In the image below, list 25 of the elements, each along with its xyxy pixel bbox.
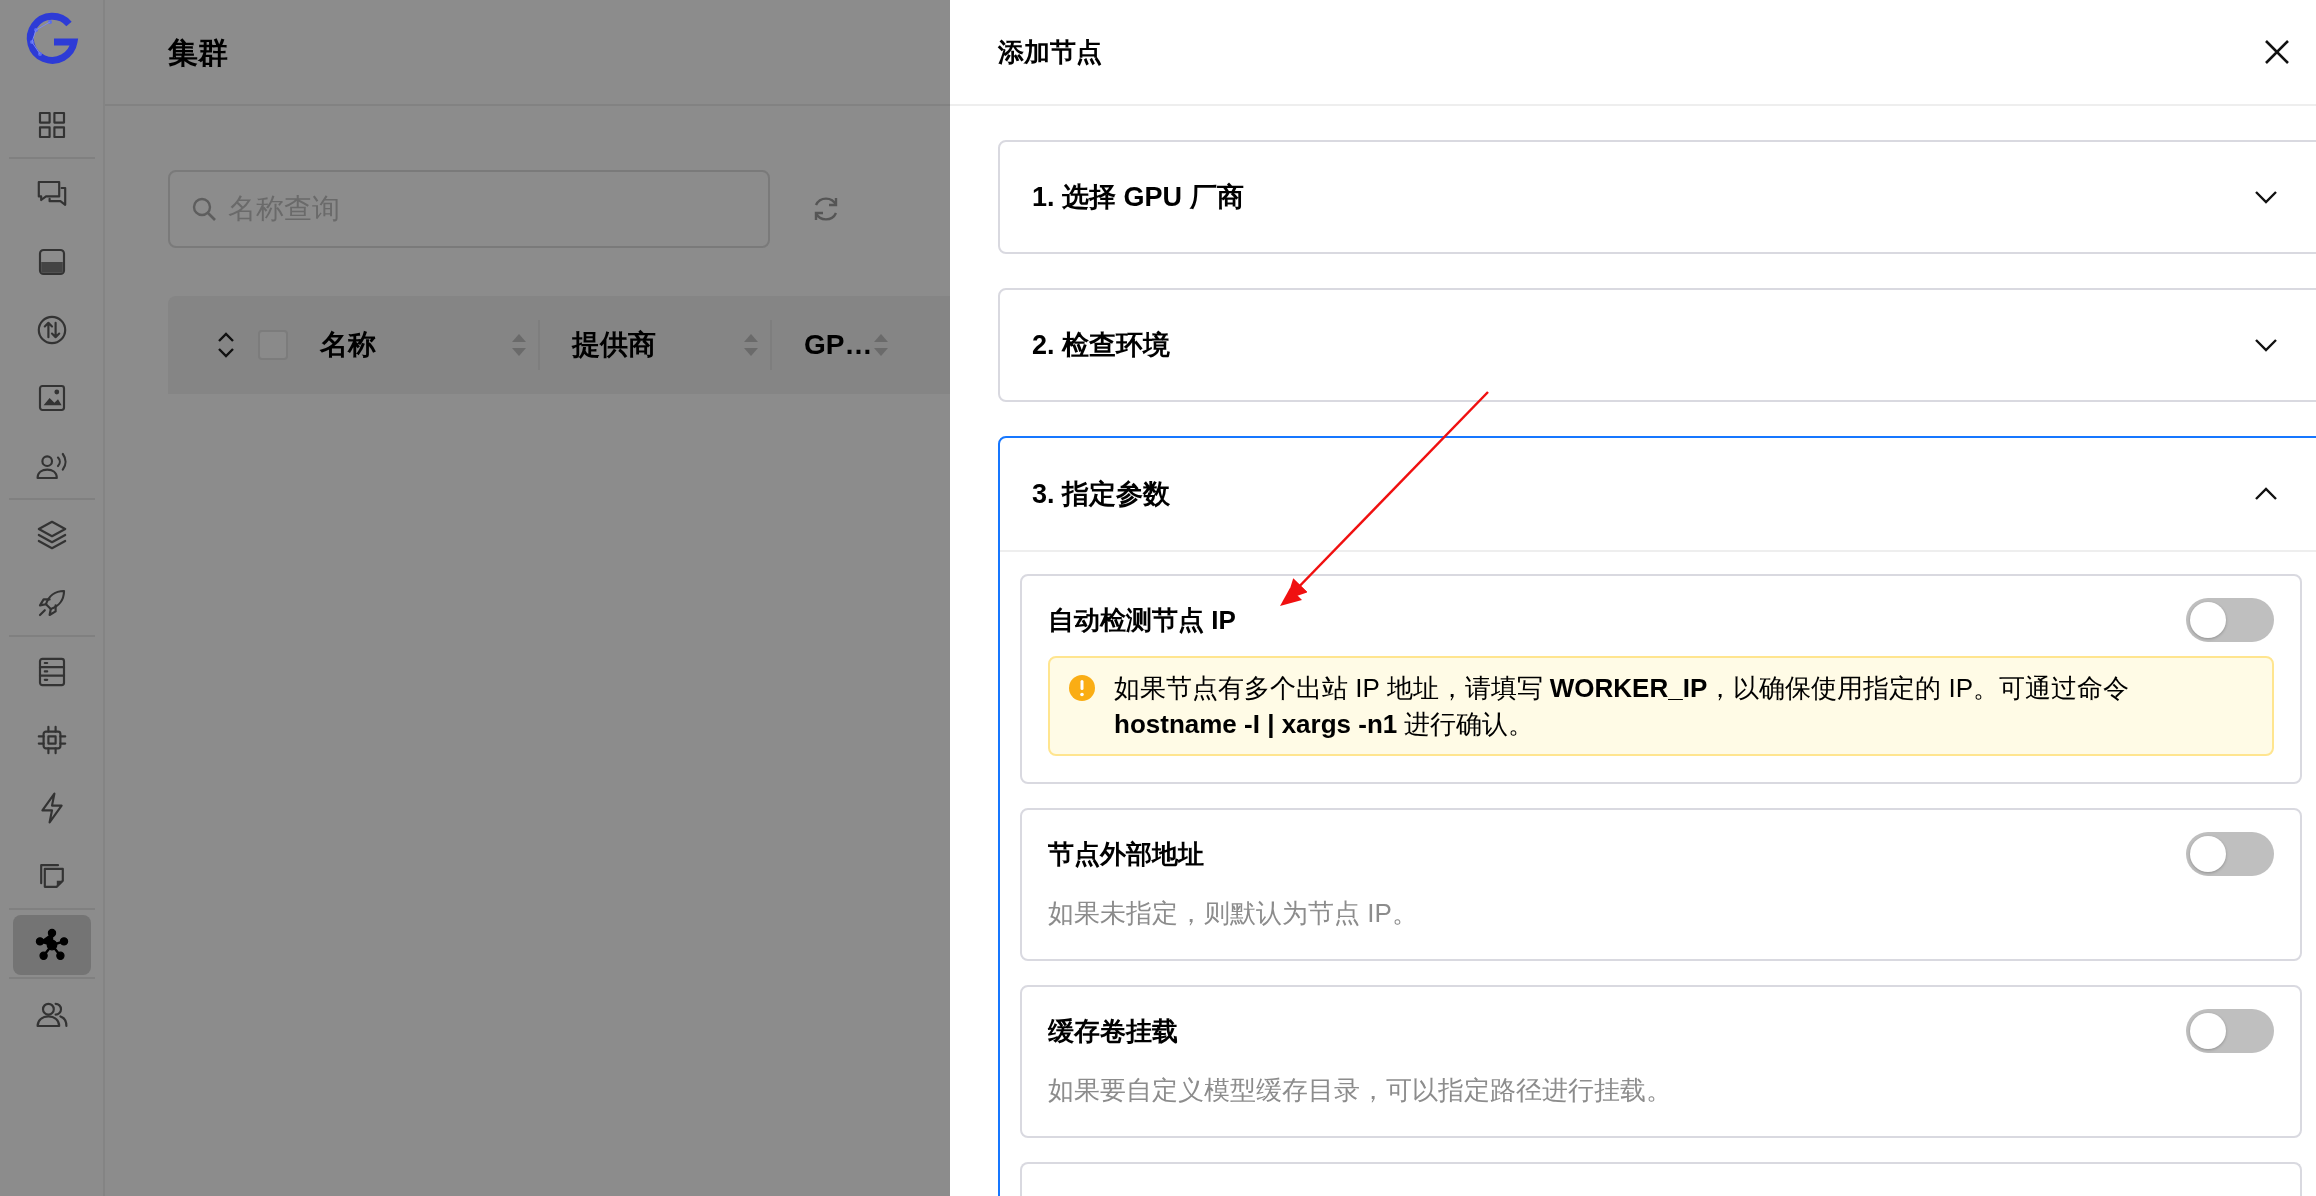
section-title[interactable]: 1. 选择 GPU 厂商: [1032, 176, 1244, 218]
setting-hint: 如果未指定，则默认为节点 IP。: [1048, 897, 1419, 930]
setting-title: 缓存卷挂载: [1048, 1014, 1178, 1048]
chevron-icon[interactable]: [2254, 338, 2278, 352]
search-icon: [190, 195, 218, 223]
section-title[interactable]: 2. 检查环境: [1032, 324, 1171, 366]
cluster-icon: [33, 927, 70, 963]
setting-title: 自动检测节点 IP: [1048, 603, 1236, 637]
toggle-switch[interactable]: [2186, 832, 2274, 876]
drawer-title: 添加节点: [998, 35, 1102, 69]
column-header[interactable]: 名称: [320, 324, 376, 366]
toggle-switch[interactable]: [2186, 1009, 2274, 1053]
column-header[interactable]: GP…: [804, 324, 873, 366]
column-header[interactable]: 提供商: [572, 324, 656, 366]
page-title: 集群: [168, 34, 228, 71]
setting-title: 节点外部地址: [1048, 837, 1204, 871]
setting-hint: 如果要自定义模型缓存目录，可以指定路径进行挂载。: [1048, 1074, 1673, 1107]
section-title[interactable]: 3. 指定参数: [1032, 473, 1171, 515]
warning-icon: [1068, 674, 1096, 702]
chevron-icon[interactable]: [2254, 190, 2278, 204]
nav-item[interactable]: [12, 915, 91, 975]
warning-text: 如果节点有多个出站 IP 地址，请填写 WORKER_IP，以确保使用指定的 IP。可通过命令 hostname -I | xargs -n1 进行确认。: [1114, 672, 2131, 741]
chevron-icon[interactable]: [2254, 487, 2278, 501]
expand-toggle[interactable]: [216, 330, 236, 360]
toggle-switch[interactable]: [2186, 598, 2274, 642]
